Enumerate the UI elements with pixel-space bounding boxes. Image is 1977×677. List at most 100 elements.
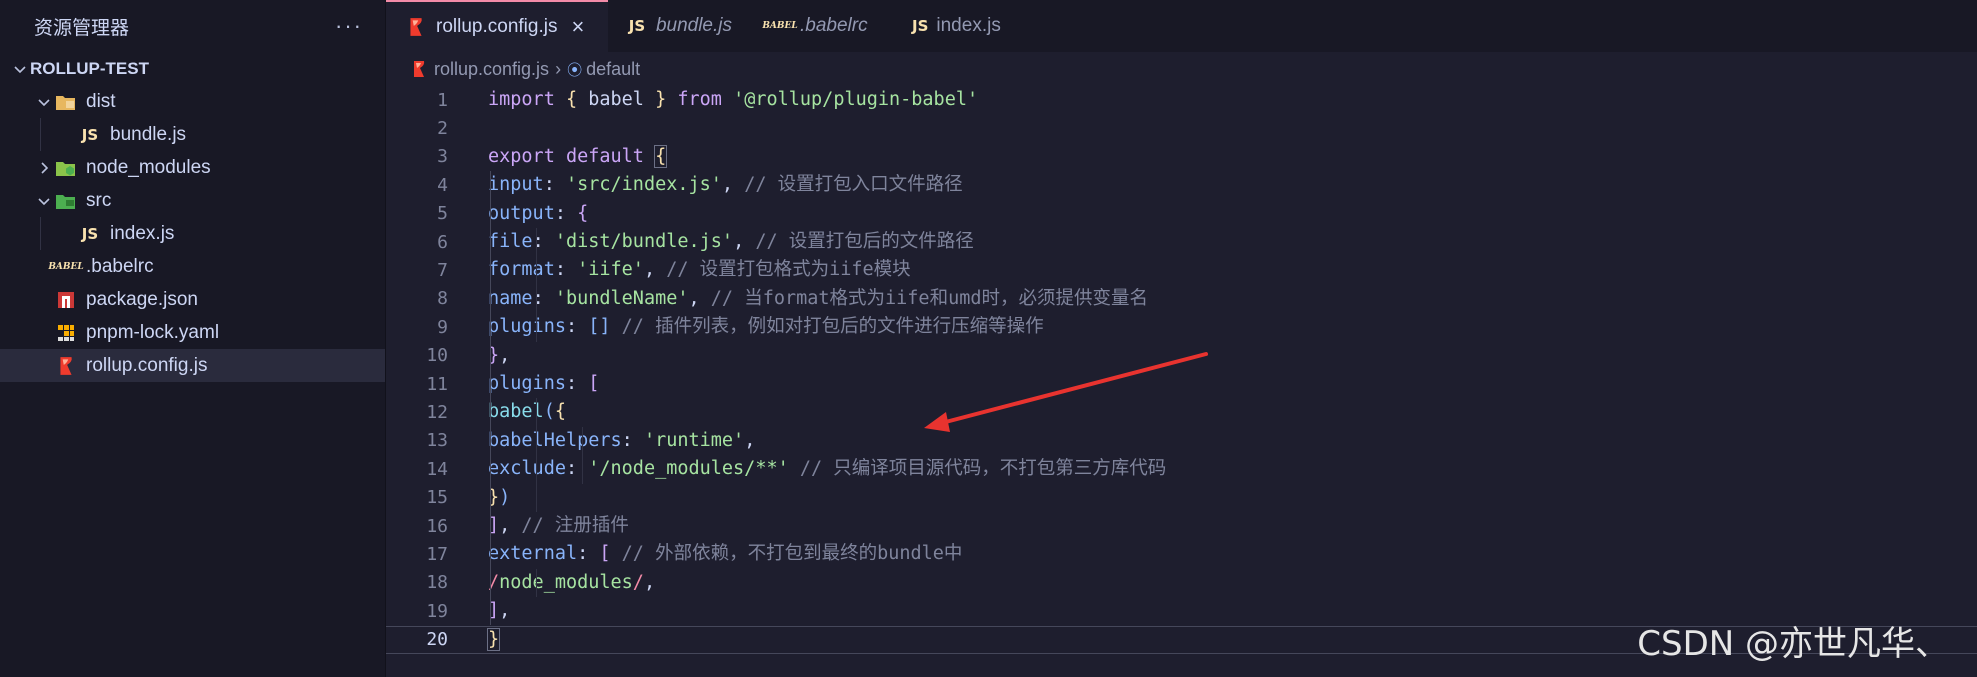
tree-item[interactable]: JS index.js <box>0 217 385 250</box>
line-number: 18 <box>426 572 448 594</box>
line-number: 16 <box>426 515 448 537</box>
breadcrumb: rollup.config.js › ⦿ default <box>386 52 1977 86</box>
code-line-8: name: 'bundleName', // 当format格式为iife和um… <box>488 287 1148 309</box>
editor-line: 2 <box>386 114 1977 142</box>
tab-label: bundle.js <box>655 15 732 36</box>
code-line-17: external: [ // 外部依赖，不打包到最终的bundle中 <box>488 543 963 565</box>
tree-indent-guide <box>40 217 41 250</box>
watermark: CSDN @亦世凡华、 <box>1637 624 1949 664</box>
file-tree: ROLLUP-TEST dist JS bundle.js node_modules sr… <box>0 52 385 382</box>
pnpm-icon <box>54 322 78 344</box>
tab-rollup-config-js[interactable]: rollup.config.js × <box>386 0 608 52</box>
rollup-icon <box>404 16 428 38</box>
code-line-20: } <box>486 627 501 651</box>
code-line-18: /node_modules/, <box>488 571 656 593</box>
tab-label: rollup.config.js <box>436 16 558 37</box>
tree-item-label: dist <box>86 90 116 112</box>
tree-item[interactable]: JS bundle.js <box>0 118 385 151</box>
breadcrumb-separator-icon: › <box>555 58 562 79</box>
explorer-sidebar: 资源管理器 ··· ROLLUP-TEST dist JS bundle.js node… <box>0 0 386 677</box>
explorer-header: 资源管理器 ··· <box>0 0 385 52</box>
tree-item[interactable]: src <box>0 184 385 217</box>
tree-item-label: pnpm-lock.yaml <box>86 321 220 343</box>
line-number: 2 <box>437 118 448 140</box>
breadcrumb-symbol[interactable]: default <box>586 59 640 80</box>
tab-babelrc[interactable]: BABEL .babelrc <box>750 0 894 52</box>
line-number: 5 <box>437 203 448 225</box>
folder-dist-icon <box>54 91 78 113</box>
tree-item-label: index.js <box>110 222 175 244</box>
tree-item-label: .babelrc <box>86 255 154 277</box>
close-icon[interactable]: × <box>571 14 584 40</box>
folder-node-icon <box>54 157 78 179</box>
tree-item[interactable]: pnpm-lock.yaml <box>0 316 385 349</box>
code-line-11: plugins: [ <box>488 373 600 394</box>
explorer-title: 资源管理器 <box>34 17 130 39</box>
tree-root[interactable]: ROLLUP-TEST <box>0 52 385 85</box>
rollup-icon <box>54 355 78 377</box>
editor-line: 15 <box>386 484 1977 512</box>
js-icon: JS <box>628 17 646 35</box>
code-line-5: output: { <box>488 202 589 224</box>
line-number: 4 <box>437 174 448 196</box>
indent-guide <box>536 569 537 597</box>
tree-item-label: ROLLUP-TEST <box>30 58 149 78</box>
breadcrumb-file[interactable]: rollup.config.js <box>434 59 549 80</box>
line-number: 6 <box>437 231 448 253</box>
more-actions-icon[interactable]: ··· <box>335 13 363 39</box>
line-number: 17 <box>426 544 448 566</box>
rollup-icon <box>410 58 428 80</box>
line-number: 10 <box>426 345 448 367</box>
tab-bar: rollup.config.js × JS bundle.js BABEL .babelr… <box>386 0 1977 52</box>
line-number: 13 <box>426 430 448 452</box>
editor-line: 5 <box>386 200 1977 228</box>
tab-label: index.js <box>936 15 1001 36</box>
line-number: 1 <box>437 89 448 111</box>
tree-item[interactable]: package.json <box>0 283 385 316</box>
code-line-9: plugins: [] // 插件列表，例如对打包后的文件进行压缩等操作 <box>488 316 1044 338</box>
line-number: 15 <box>426 487 448 509</box>
chevron-down-icon[interactable] <box>34 194 54 208</box>
babel-icon: BABEL <box>48 261 84 272</box>
code-line-3: export default { <box>488 144 668 168</box>
code-line-6: file: 'dist/bundle.js', // 设置打包后的文件路径 <box>488 231 974 252</box>
code-line-12: babel({ <box>488 401 566 423</box>
symbol-icon: ⦿ <box>567 61 583 79</box>
line-number: 9 <box>437 316 448 338</box>
code-line-13: babelHelpers: 'runtime', <box>488 429 756 451</box>
line-number: 7 <box>437 260 448 282</box>
tree-item[interactable]: node_modules <box>0 151 385 184</box>
tab-index-js[interactable]: JS index.js <box>894 0 1018 52</box>
js-icon: JS <box>81 224 99 243</box>
line-number: 19 <box>426 600 448 622</box>
tree-item-label: package.json <box>86 288 198 310</box>
indent-guide <box>490 171 491 625</box>
code-line-16: ], // 注册插件 <box>488 515 629 536</box>
tree-item[interactable]: rollup.config.js <box>0 349 385 382</box>
babel-icon: BABEL <box>762 21 798 31</box>
annotation-arrow-icon <box>924 352 1208 432</box>
tree-indent-guide <box>40 118 41 151</box>
indent-guide <box>536 398 537 512</box>
code-line-15: }) <box>488 486 511 508</box>
line-number: 14 <box>426 458 448 480</box>
tab-bundle-js[interactable]: JS bundle.js <box>608 0 750 52</box>
npm-icon <box>54 289 78 311</box>
chevron-down-icon[interactable] <box>10 62 30 76</box>
tree-item-label: node_modules <box>86 156 211 178</box>
indent-guide <box>582 427 583 484</box>
code-line-4: input: 'src/index.js', // 设置打包入口文件路径 <box>488 174 963 196</box>
line-number: 11 <box>426 373 448 395</box>
code-line-10: }, <box>488 344 511 366</box>
js-icon: JS <box>912 17 929 35</box>
chevron-right-icon[interactable] <box>34 161 54 175</box>
tab-label: .babelrc <box>800 15 868 36</box>
tree-item-label: src <box>86 189 112 211</box>
chevron-down-icon[interactable] <box>34 95 54 109</box>
code-line-19: ], <box>488 600 511 622</box>
code-editor[interactable]: 1 2 3 4 5 6 7 8 9 10 11 12 13 14 15 16 17 18 19 20 import {… <box>386 86 1977 677</box>
code-line-1: import { babel } from '@rollup/plugin-ba… <box>488 89 979 110</box>
tree-item-label: bundle.js <box>110 123 187 145</box>
tree-item[interactable]: dist <box>0 85 385 118</box>
tree-item[interactable]: BABEL .babelrc <box>0 250 385 283</box>
